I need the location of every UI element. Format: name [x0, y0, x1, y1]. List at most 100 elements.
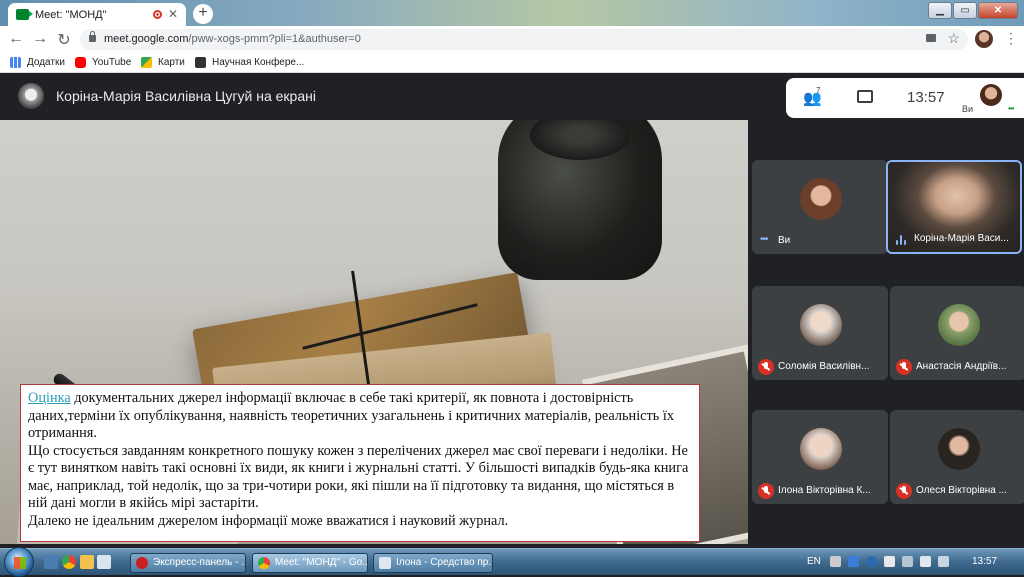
- slide-paragraph-3: Далеко не ідеальним джерелом інформації …: [28, 512, 509, 529]
- chrome-icon: [258, 557, 270, 569]
- participant-count: 7: [816, 86, 821, 95]
- slide-link[interactable]: Оцінка: [28, 390, 71, 406]
- participant-name: Анастасія Андріїв...: [916, 361, 1007, 372]
- meet-top-controls: 👥 7 13:57 Ви •••: [786, 78, 1024, 118]
- tab-title: Meet: "МОНД": [35, 8, 107, 21]
- participant-name: Соломія Василівн...: [778, 361, 870, 372]
- tab-meet[interactable]: Meet: "МОНД" ✕: [8, 3, 186, 26]
- google-meet-icon: [16, 9, 33, 20]
- slide-text-box: Оцінка документальних джерел інформації …: [20, 384, 700, 542]
- close-window-button[interactable]: ✕: [978, 2, 1018, 19]
- meeting-clock: 13:57: [907, 89, 945, 106]
- bookmark-star-icon[interactable]: ☆: [947, 30, 960, 47]
- taskbar-item-opera[interactable]: Экспресс-панель - ...: [130, 553, 246, 573]
- participant-name: Ілона Вікторівна К...: [778, 485, 871, 496]
- forward-arrow-icon[interactable]: →: [30, 30, 50, 48]
- bookmark-conference[interactable]: Научная Конфере...: [195, 57, 304, 68]
- window-controls: ▁ ▭ ✕: [927, 2, 1018, 19]
- taskbar-item-label: Meet: "МОНД" - Go...: [275, 557, 368, 568]
- minimize-button[interactable]: ▁: [928, 2, 952, 19]
- bluetooth-icon[interactable]: [866, 556, 877, 567]
- recording-icon: [153, 10, 162, 19]
- speaking-indicator-icon: [896, 235, 906, 245]
- avatar: [800, 178, 842, 220]
- back-arrow-icon[interactable]: ←: [6, 30, 26, 48]
- participant-name: Олеся Вікторівна ...: [916, 485, 1007, 496]
- url-text: meet.google.com/pww-xogs-pmm?pli=1&authu…: [104, 33, 361, 45]
- browser-menu-icon[interactable]: ⋮: [1004, 30, 1018, 47]
- app-icon[interactable]: [97, 555, 111, 569]
- explorer-icon[interactable]: [80, 555, 94, 569]
- address-bar-row: ← → ↻ meet.google.com/pww-xogs-pmm?pli=1…: [0, 26, 1024, 53]
- bookmark-site-icon: [195, 57, 206, 68]
- mic-off-icon: [896, 483, 912, 499]
- meet-header: Коріна-Марія Василівна Цугуй на екрані 👥…: [0, 73, 1024, 120]
- mic-off-icon: [896, 359, 912, 375]
- taskbar-item-meet[interactable]: Meet: "МОНД" - Go...: [252, 553, 368, 573]
- slide-paragraph-2: Що стосується завданням конкретного пошу…: [28, 442, 689, 512]
- participant-tile[interactable]: Анастасія Андріїв...: [890, 286, 1024, 380]
- lock-icon: [89, 31, 96, 42]
- apps-grid-icon: [10, 57, 21, 68]
- bookmark-apps[interactable]: Додатки: [10, 57, 65, 68]
- participant-name: Ви: [778, 235, 791, 246]
- avatar: [800, 428, 842, 470]
- start-button[interactable]: [4, 547, 34, 577]
- audio-dots-icon: •••: [760, 234, 768, 245]
- audio-indicator-icon: •••: [1008, 104, 1014, 113]
- snipping-tool-icon: [379, 557, 391, 569]
- profile-avatar[interactable]: [975, 30, 993, 48]
- bookmark-label: Научная Конфере...: [212, 57, 305, 68]
- new-tab-button[interactable]: +: [193, 4, 213, 24]
- windows-taskbar: Экспресс-панель - ... Meet: "МОНД" - Go.…: [0, 547, 1024, 577]
- reload-icon[interactable]: ↻: [54, 30, 74, 50]
- taskbar-item-label: Экспресс-панель - ...: [153, 557, 246, 568]
- presenter-avatar: [18, 83, 44, 109]
- participant-tile[interactable]: Олеся Вікторівна ...: [890, 410, 1024, 504]
- chrome-icon[interactable]: [62, 555, 76, 569]
- youtube-icon: [75, 57, 86, 68]
- taskbar-item-snipping[interactable]: Ілона - Средство пр...: [373, 553, 493, 573]
- participant-name: Коріна-Марія Васи...: [914, 233, 1009, 244]
- bookmark-maps[interactable]: Карти: [141, 57, 185, 68]
- url-host: meet.google.com: [104, 33, 189, 45]
- presentation-stage: Оцінка документальних джерел інформації …: [0, 120, 748, 544]
- volume-icon[interactable]: [938, 556, 949, 567]
- maps-icon: [141, 57, 152, 68]
- bookmarks-bar: Додатки YouTube Карти Научная Конфере...: [0, 53, 1024, 73]
- flag-icon[interactable]: [902, 556, 913, 567]
- presenter-banner: Коріна-Марія Василівна Цугуй на екрані: [56, 88, 316, 104]
- slide-paragraph-1: документальних джерел інформації включає…: [28, 390, 674, 441]
- bookmark-label: Додатки: [27, 57, 65, 68]
- participant-tile-self[interactable]: ••• Ви: [752, 160, 888, 254]
- taskbar-clock[interactable]: 13:57: [972, 556, 997, 567]
- bookmark-youtube[interactable]: YouTube: [75, 57, 131, 68]
- self-label: Ви: [962, 104, 974, 114]
- chat-icon[interactable]: [857, 90, 873, 103]
- participant-tile[interactable]: Ілона Вікторівна К...: [752, 410, 888, 504]
- participant-tile-presenter[interactable]: Коріна-Марія Васи...: [886, 160, 1022, 254]
- bookmark-label: YouTube: [92, 57, 132, 68]
- taskbar-item-label: Ілона - Средство пр...: [396, 557, 493, 568]
- display-icon[interactable]: [920, 556, 931, 567]
- bookmark-label: Карти: [158, 57, 185, 68]
- mic-off-icon: [758, 483, 774, 499]
- tab-close-button[interactable]: ✕: [168, 7, 178, 21]
- url-path: /pww-xogs-pmm?pli=1&authuser=0: [188, 33, 361, 45]
- avatar: [938, 304, 980, 346]
- language-indicator[interactable]: EN: [807, 556, 821, 567]
- network-icon[interactable]: [884, 556, 895, 567]
- participants-grid: ••• Ви Коріна-Марія Васи... Соломія Васи…: [748, 160, 1024, 544]
- browser-tab-strip: Meet: "МОНД" ✕ + ▁ ▭ ✕: [0, 0, 1024, 26]
- avatar: [800, 304, 842, 346]
- keyboard-icon[interactable]: [830, 556, 841, 567]
- maximize-button[interactable]: ▭: [953, 2, 977, 19]
- address-input[interactable]: meet.google.com/pww-xogs-pmm?pli=1&authu…: [80, 29, 968, 50]
- camera-in-use-icon[interactable]: [926, 34, 936, 42]
- self-avatar[interactable]: [980, 84, 1002, 106]
- opera-icon: [136, 557, 148, 569]
- avatar: [938, 428, 980, 470]
- search-tray-icon[interactable]: [848, 556, 859, 567]
- participant-tile[interactable]: Соломія Василівн...: [752, 286, 888, 380]
- show-desktop-icon[interactable]: [44, 555, 58, 569]
